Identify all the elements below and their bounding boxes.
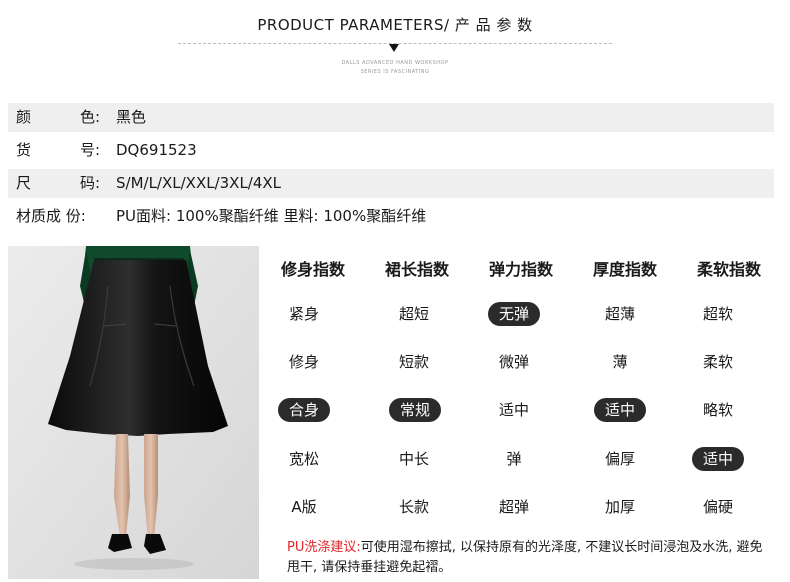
care-label: PU洗涤建议:	[287, 540, 361, 555]
section-title: PRODUCT PARAMETERS/ 产 品 参 数	[257, 16, 533, 34]
index-header: 厚度指数	[592, 260, 657, 279]
index-cell: 超软	[702, 305, 733, 323]
param-value: PU面料: 100%聚酯纤维 里料: 100%聚酯纤维	[116, 207, 427, 225]
param-label: 颜	[16, 108, 32, 126]
index-cell: 短款	[398, 353, 429, 371]
param-label: 货	[16, 141, 32, 159]
param-label-suffix: 色:	[80, 108, 101, 126]
index-cell: 薄	[612, 353, 628, 371]
index-cell-selected: 无弹	[488, 302, 540, 326]
param-row-material: 材质成 份: PU面料: 100%聚酯纤维 里料: 100%聚酯纤维	[8, 202, 774, 231]
param-value: DQ691523	[116, 141, 197, 159]
param-row-sku: 货 号: DQ691523	[8, 136, 774, 165]
index-header: 修身指数	[280, 260, 345, 279]
index-cell-selected: 适中	[594, 398, 646, 422]
index-cell-selected: 适中	[692, 447, 744, 471]
param-value: S/M/L/XL/XXL/3XL/4XL	[116, 174, 282, 192]
index-cell: 偏硬	[702, 498, 733, 516]
product-photo	[8, 246, 259, 579]
index-cell: 紧身	[288, 305, 319, 323]
index-cell: 长款	[398, 498, 429, 516]
index-cell: 略软	[702, 401, 733, 419]
param-label-suffix: 号:	[80, 141, 101, 159]
header-subtitle-line2: SERIES IS FASCINATING	[360, 69, 430, 75]
param-row-color: 颜 色: 黑色	[8, 103, 774, 132]
index-header: 裙长指数	[384, 260, 449, 279]
param-label: 材质成 份:	[16, 207, 86, 225]
index-cell: 适中	[498, 401, 529, 419]
index-header: 柔软指数	[696, 260, 761, 279]
index-cell: 超薄	[604, 305, 635, 323]
param-row-size: 尺 码: S/M/L/XL/XXL/3XL/4XL	[8, 169, 774, 198]
index-cell-selected: 常规	[389, 398, 441, 422]
index-cell-selected: 合身	[278, 398, 330, 422]
param-value: 黑色	[116, 108, 147, 126]
skirt-model-image	[8, 246, 259, 579]
index-cell: 修身	[288, 353, 319, 371]
index-cell: 微弹	[498, 353, 529, 371]
index-cell: A版	[291, 498, 317, 516]
index-cell: 加厚	[604, 498, 635, 516]
index-cell: 偏厚	[604, 450, 635, 468]
index-cell: 弹	[506, 450, 522, 468]
header-subtitle-line1: DALLS ADVANCED HAND WORKSHOP	[341, 60, 449, 66]
param-label: 尺	[16, 174, 32, 192]
index-cell: 超短	[398, 305, 429, 323]
index-cell: 宽松	[288, 450, 319, 468]
index-cell: 超弹	[498, 498, 529, 516]
section-header: PRODUCT PARAMETERS/ 产 品 参 数 DALLS ADVANC…	[0, 0, 790, 90]
index-cell: 中长	[398, 450, 429, 468]
param-label-suffix: 码:	[80, 174, 101, 192]
index-header: 弹力指数	[488, 260, 553, 279]
triangle-down-icon	[389, 44, 399, 52]
index-cell: 柔软	[702, 353, 733, 371]
care-instructions: PU洗涤建议:可使用湿布擦拭, 以保持原有的光泽度, 不建议长时间浸泡及水洗, …	[287, 538, 767, 578]
